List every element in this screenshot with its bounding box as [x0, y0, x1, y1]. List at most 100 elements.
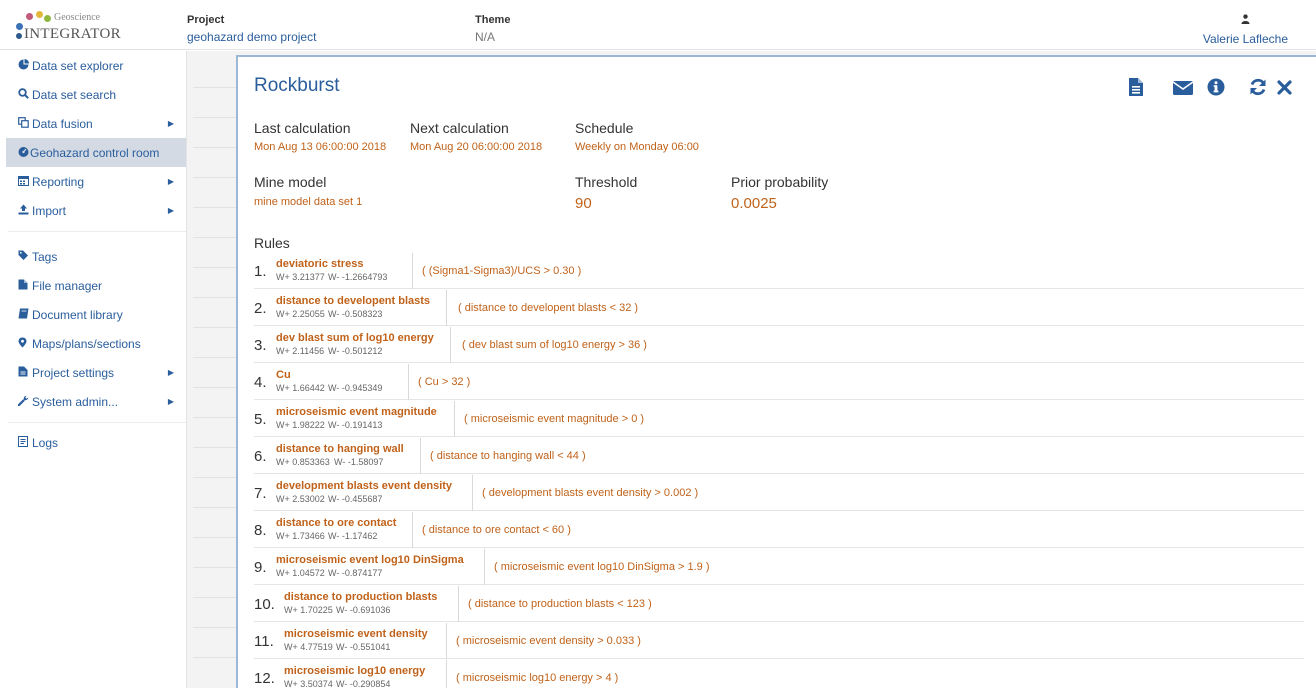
theme-value[interactable]: N/A: [475, 30, 510, 44]
list-divider: [193, 477, 236, 478]
next-calculation-label: Next calculation: [410, 120, 509, 136]
sidebar-item-label: Tags: [32, 249, 58, 264]
rules-heading: Rules: [254, 235, 290, 251]
list-divider: [193, 207, 236, 208]
rule-expression: ( distance to hanging wall < 44 ): [430, 450, 586, 462]
list-divider: [193, 327, 236, 328]
rule-weight-plus: W+ 2.53002: [276, 494, 325, 504]
sidebar-item-tags[interactable]: Tags: [8, 242, 186, 271]
sidebar-item-data-fusion[interactable]: Data fusion ▶: [8, 109, 186, 138]
rule-weight-minus: W- -0.191413: [328, 420, 383, 430]
sidebar-item-label: Data set explorer: [32, 58, 124, 73]
rule-divider: [484, 549, 485, 585]
list-divider: [193, 387, 236, 388]
logo-text-main: INTEGRATOR: [24, 26, 121, 42]
logo-dot-icon: [16, 23, 23, 30]
sidebar-item-project-settings[interactable]: Project settings ▶: [8, 358, 186, 387]
rule-weight-plus: W+ 2.11456: [276, 346, 325, 356]
sidebar-item-import[interactable]: Import ▶: [8, 196, 186, 225]
logo-dot-icon: [26, 13, 33, 20]
project-value[interactable]: geohazard demo project: [187, 30, 316, 44]
sidebar-item-label: Data set search: [32, 87, 117, 102]
rule-name: distance to production blasts: [284, 591, 438, 603]
threshold-value: 90: [575, 195, 592, 212]
prior-probability-value: 0.0025: [731, 195, 777, 212]
file-settings-icon: [8, 366, 32, 380]
close-icon[interactable]: [1276, 77, 1298, 99]
caret-right-icon: ▶: [167, 206, 174, 215]
rule-weight-plus: W+ 3.50374: [284, 679, 333, 688]
rule-weight-minus: W- -0.691036: [336, 605, 391, 615]
rule-row: 4. Cu W+ 1.66442 W- -0.945349 ( Cu > 32 …: [254, 364, 1304, 400]
rule-number: 10.: [254, 596, 275, 613]
email-icon[interactable]: [1172, 77, 1194, 99]
prior-probability-label: Prior probability: [731, 174, 829, 190]
sidebar-item-document-library[interactable]: Document library: [8, 300, 186, 329]
rule-weight-minus: W- -0.501212: [328, 346, 383, 356]
search-icon: [8, 87, 32, 102]
project-label: Project: [187, 14, 225, 26]
threshold-label: Threshold: [575, 174, 638, 190]
rule-weight-plus: W+ 3.21377: [276, 272, 325, 282]
rule-name: microseismic log10 energy: [284, 665, 426, 677]
user-menu[interactable]: Valerie Lafleche: [1203, 14, 1288, 46]
rule-divider: [408, 364, 409, 400]
caret-right-icon: ▶: [167, 119, 174, 128]
rule-row: 8. distance to ore contact W+ 1.73466 W-…: [254, 512, 1304, 548]
book-icon: [8, 308, 32, 322]
refresh-icon[interactable]: [1248, 77, 1270, 99]
list-divider: [193, 447, 236, 448]
sidebar-item-label: System admin...: [32, 394, 119, 409]
list-divider: [193, 597, 236, 598]
rule-name: development blasts event density: [276, 480, 453, 492]
rule-divider: [446, 290, 447, 326]
project-selector[interactable]: Project geohazard demo project: [187, 14, 316, 44]
rule-expression: ( distance to developent blasts < 32 ): [458, 302, 639, 314]
rule-weight-minus: W- -1.17462: [328, 531, 378, 541]
rule-row: 10. distance to production blasts W+ 1.7…: [254, 586, 1304, 622]
rule-weight-minus: W- -0.290854: [336, 679, 391, 688]
rule-divider: [458, 586, 459, 622]
sidebar-item-data-set-search[interactable]: Data set search: [8, 80, 186, 109]
rule-divider: [446, 660, 447, 688]
rule-divider: [454, 401, 455, 437]
theme-selector[interactable]: Theme N/A: [475, 14, 510, 44]
sidebar-divider: [8, 422, 186, 423]
rule-number: 11.: [254, 633, 274, 650]
sidebar-item-logs[interactable]: Logs: [8, 428, 186, 457]
tags-icon: [8, 250, 32, 264]
sidebar-item-reporting[interactable]: Reporting ▶: [8, 167, 186, 196]
app-logo[interactable]: Geoscience INTEGRATOR: [14, 11, 174, 47]
rule-row: 9. microseismic event log10 DinSigma W+ …: [254, 549, 1304, 585]
sidebar-divider: [8, 231, 186, 232]
rule-weight-plus: W+ 4.77519: [284, 642, 333, 652]
rule-expression: ( development blasts event density > 0.0…: [482, 487, 699, 499]
sidebar-item-file-manager[interactable]: File manager: [8, 271, 186, 300]
last-calculation-label: Last calculation: [254, 120, 351, 136]
report-icon[interactable]: [1128, 77, 1150, 99]
sidebar-item-label: Project settings: [32, 365, 115, 380]
list-divider: [193, 357, 236, 358]
sidebar-item-label: File manager: [32, 278, 103, 293]
sidebar-item-maps-plans-sections[interactable]: Maps/plans/sections: [8, 329, 186, 358]
user-icon: [1203, 14, 1288, 28]
user-name[interactable]: Valerie Lafleche: [1203, 32, 1288, 46]
sidebar-item-system-admin[interactable]: System admin... ▶: [8, 387, 186, 416]
sidebar-item-geohazard-control-room[interactable]: Geohazard control room: [6, 138, 186, 167]
info-icon[interactable]: [1206, 77, 1228, 99]
rule-weight-plus: W+ 1.98222: [276, 420, 325, 430]
rule-name: microseismic event magnitude: [276, 406, 437, 418]
rule-name: distance to ore contact: [276, 517, 397, 529]
rule-divider: [412, 253, 413, 289]
logo-dot-icon: [44, 15, 51, 22]
dashboard-icon: [6, 146, 30, 160]
sidebar-item-data-set-explorer[interactable]: Data set explorer: [8, 51, 186, 80]
rule-expression: ( distance to production blasts < 123 ): [468, 598, 652, 610]
caret-right-icon: ▶: [167, 177, 174, 186]
last-calculation-value: Mon Aug 13 06:00:00 2018: [254, 141, 387, 153]
rule-row: 3. dev blast sum of log10 energy W+ 2.11…: [254, 327, 1304, 363]
theme-label: Theme: [475, 14, 511, 26]
rule-expression: ( (Sigma1-Sigma3)/UCS > 0.30 ): [422, 265, 582, 277]
rule-weight-minus: W- -0.874177: [328, 568, 383, 578]
file-icon: [8, 279, 32, 293]
